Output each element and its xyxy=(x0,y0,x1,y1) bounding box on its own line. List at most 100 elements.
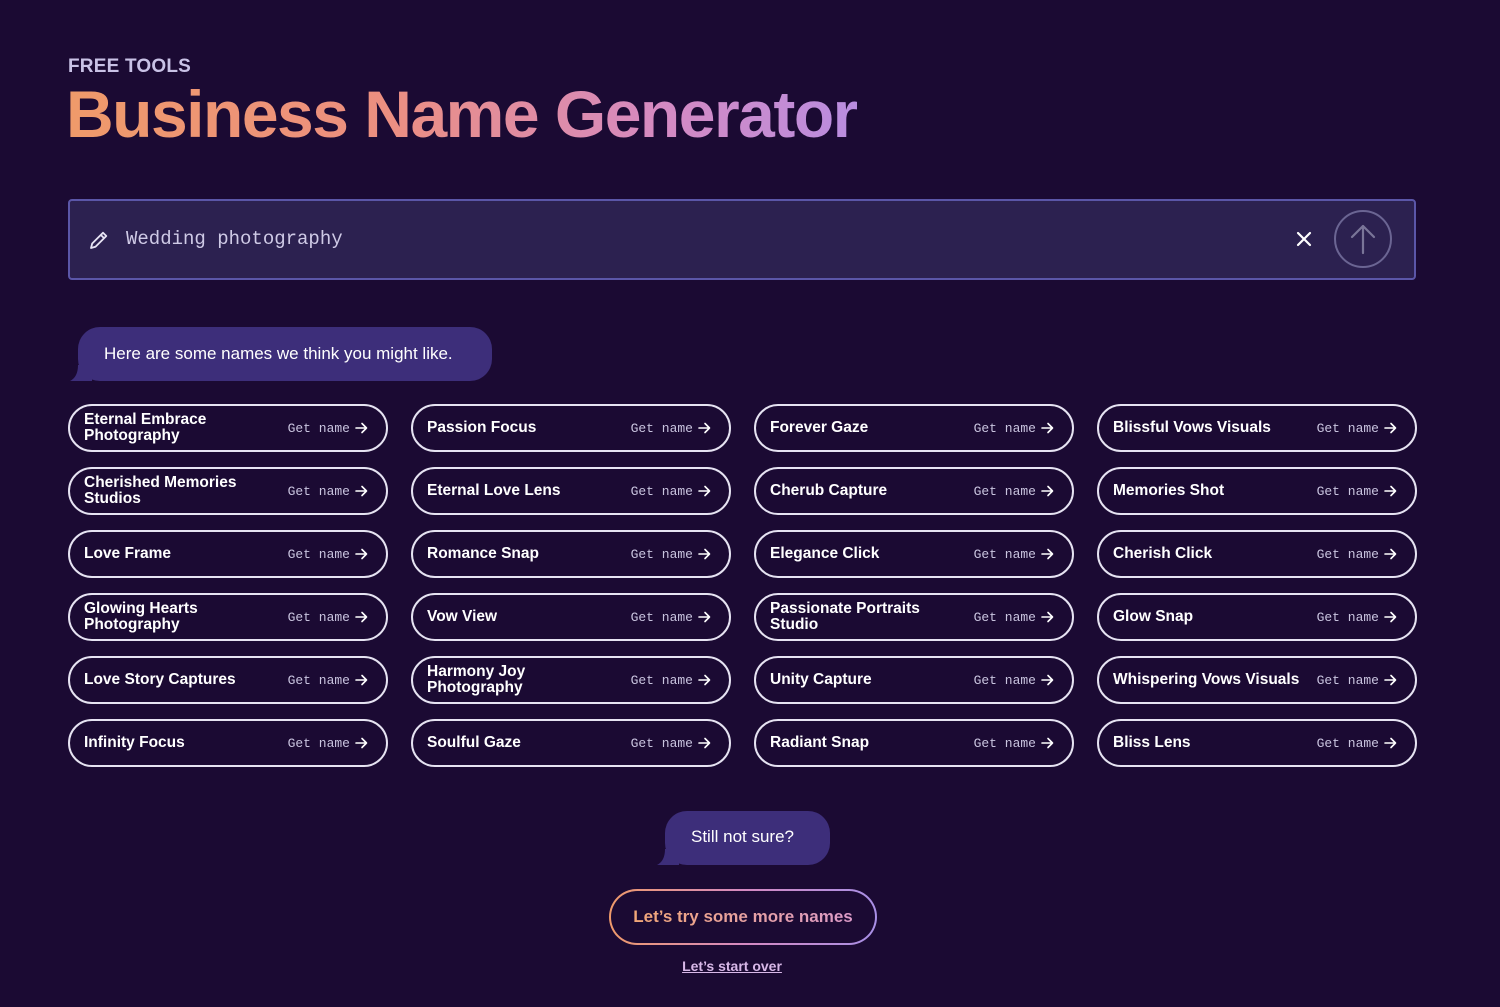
name-card[interactable]: Whispering Vows Visuals Get name xyxy=(1097,656,1417,704)
get-name-link[interactable]: Get name xyxy=(631,673,711,688)
page-title: Business Name Generator xyxy=(66,77,858,151)
arrow-right-icon xyxy=(1041,485,1054,497)
get-name-label: Get name xyxy=(973,735,1036,751)
arrow-up-icon xyxy=(1350,224,1376,255)
get-name-link[interactable]: Get name xyxy=(288,484,368,499)
name-card[interactable]: Elegance Click Get name xyxy=(754,530,1074,578)
get-name-link[interactable]: Get name xyxy=(1317,673,1397,688)
name-text: Eternal Embrace Photography xyxy=(84,411,207,444)
get-name-label: Get name xyxy=(630,483,693,499)
get-name-link[interactable]: Get name xyxy=(974,736,1054,751)
name-card[interactable]: Infinity Focus Get name xyxy=(68,719,388,767)
name-text: Vow View xyxy=(427,608,498,625)
get-name-link[interactable]: Get name xyxy=(631,421,711,436)
name-card[interactable]: Cherub Capture Get name xyxy=(754,467,1074,515)
bubble-tail-icon xyxy=(70,365,92,381)
arrow-right-icon xyxy=(355,674,368,686)
chat-bubble-intro: Here are some names we think you might l… xyxy=(70,327,492,381)
arrow-right-icon xyxy=(1384,611,1397,623)
name-card[interactable]: Cherish Click Get name xyxy=(1097,530,1417,578)
get-name-link[interactable]: Get name xyxy=(288,673,368,688)
name-text: Elegance Click xyxy=(770,545,880,562)
get-name-label: Get name xyxy=(630,735,693,751)
get-name-label: Get name xyxy=(287,672,350,688)
get-name-label: Get name xyxy=(287,735,350,751)
name-text: Glow Snap xyxy=(1113,608,1194,625)
submit-button[interactable] xyxy=(1334,210,1392,268)
get-name-link[interactable]: Get name xyxy=(288,421,368,436)
search-bar[interactable]: Wedding photography xyxy=(68,199,1416,280)
get-name-link[interactable]: Get name xyxy=(1317,421,1397,436)
get-name-link[interactable]: Get name xyxy=(1317,736,1397,751)
arrow-right-icon xyxy=(1384,737,1397,749)
name-card[interactable]: Vow View Get name xyxy=(411,593,731,641)
get-name-link[interactable]: Get name xyxy=(288,547,368,562)
get-name-link[interactable]: Get name xyxy=(288,736,368,751)
get-name-link[interactable]: Get name xyxy=(974,547,1054,562)
name-text: Memories Shot xyxy=(1113,482,1225,499)
get-name-label: Get name xyxy=(630,672,693,688)
name-card[interactable]: Eternal Love Lens Get name xyxy=(411,467,731,515)
name-card[interactable]: Forever Gaze Get name xyxy=(754,404,1074,452)
arrow-right-icon xyxy=(698,422,711,434)
get-name-link[interactable]: Get name xyxy=(974,421,1054,436)
arrow-right-icon xyxy=(1041,548,1054,560)
eyebrow-label: FREE TOOLS xyxy=(68,56,192,77)
get-name-link[interactable]: Get name xyxy=(1317,610,1397,625)
name-card[interactable]: Blissful Vows Visuals Get name xyxy=(1097,404,1417,452)
get-name-link[interactable]: Get name xyxy=(974,484,1054,499)
get-name-link[interactable]: Get name xyxy=(1317,484,1397,499)
name-text: Harmony Joy Photography xyxy=(427,663,526,696)
arrow-right-icon xyxy=(355,548,368,560)
name-text: Blissful Vows Visuals xyxy=(1113,419,1271,436)
more-names-label: Let’s try some more names xyxy=(633,907,853,926)
get-name-label: Get name xyxy=(630,420,693,436)
name-text: Passion Focus xyxy=(427,419,537,436)
name-card[interactable]: Love Frame Get name xyxy=(68,530,388,578)
search-input[interactable]: Wedding photography xyxy=(126,228,343,250)
get-name-link[interactable]: Get name xyxy=(974,610,1054,625)
get-name-link[interactable]: Get name xyxy=(631,484,711,499)
get-name-label: Get name xyxy=(1316,735,1379,751)
get-name-label: Get name xyxy=(973,672,1036,688)
get-name-link[interactable]: Get name xyxy=(631,610,711,625)
name-grid: Eternal Embrace Photography Get name Passi… xyxy=(68,404,1418,767)
arrow-right-icon xyxy=(698,485,711,497)
name-card[interactable]: Bliss Lens Get name xyxy=(1097,719,1417,767)
name-card[interactable]: Soulful Gaze Get name xyxy=(411,719,731,767)
name-text: Radiant Snap xyxy=(770,734,870,751)
name-card[interactable]: Eternal Embrace Photography Get name xyxy=(68,404,388,452)
arrow-right-icon xyxy=(698,674,711,686)
name-text: Cherub Capture xyxy=(770,482,888,499)
name-card[interactable]: Cherished Memories Studios Get name xyxy=(68,467,388,515)
name-card[interactable]: Love Story Captures Get name xyxy=(68,656,388,704)
name-text: Love Story Captures xyxy=(84,671,236,688)
get-name-link[interactable]: Get name xyxy=(974,673,1054,688)
name-card[interactable]: Passion Focus Get name xyxy=(411,404,731,452)
get-name-link[interactable]: Get name xyxy=(631,736,711,751)
more-names-button[interactable]: Let’s try some more names xyxy=(609,889,877,945)
name-card[interactable]: Unity Capture Get name xyxy=(754,656,1074,704)
get-name-link[interactable]: Get name xyxy=(1317,547,1397,562)
get-name-label: Get name xyxy=(973,609,1036,625)
get-name-label: Get name xyxy=(1316,483,1379,499)
get-name-link[interactable]: Get name xyxy=(288,610,368,625)
start-over-link[interactable]: Let’s start over xyxy=(0,958,1464,974)
name-text: Eternal Love Lens xyxy=(427,482,561,499)
name-card[interactable]: Radiant Snap Get name xyxy=(754,719,1074,767)
name-card[interactable]: Glow Snap Get name xyxy=(1097,593,1417,641)
name-card[interactable]: Passionate Portraits Studio Get name xyxy=(754,593,1074,641)
get-name-link[interactable]: Get name xyxy=(631,547,711,562)
name-card[interactable]: Glowing Hearts Photography Get name xyxy=(68,593,388,641)
name-card[interactable]: Harmony Joy Photography Get name xyxy=(411,656,731,704)
name-text: Love Frame xyxy=(84,545,172,562)
get-name-label: Get name xyxy=(973,420,1036,436)
name-card[interactable]: Romance Snap Get name xyxy=(411,530,731,578)
close-icon[interactable] xyxy=(1292,227,1316,251)
get-name-label: Get name xyxy=(973,546,1036,562)
name-card[interactable]: Memories Shot Get name xyxy=(1097,467,1417,515)
get-name-label: Get name xyxy=(287,420,350,436)
name-text: Forever Gaze xyxy=(770,419,869,436)
get-name-label: Get name xyxy=(973,483,1036,499)
name-text: Infinity Focus xyxy=(84,734,185,751)
